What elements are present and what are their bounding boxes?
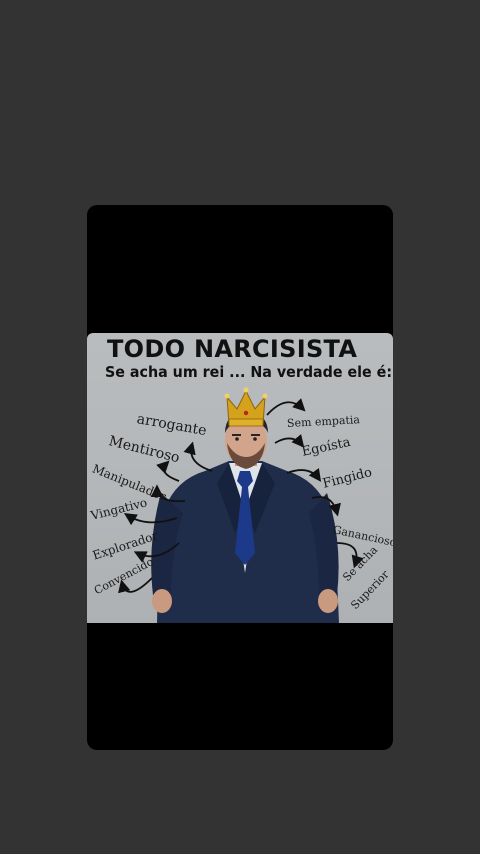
- video-frame[interactable]: TODO NARCISISTA Se acha um rei ... Na ve…: [87, 205, 393, 750]
- narcissist-poster: TODO NARCISISTA Se acha um rei ... Na ve…: [87, 333, 393, 623]
